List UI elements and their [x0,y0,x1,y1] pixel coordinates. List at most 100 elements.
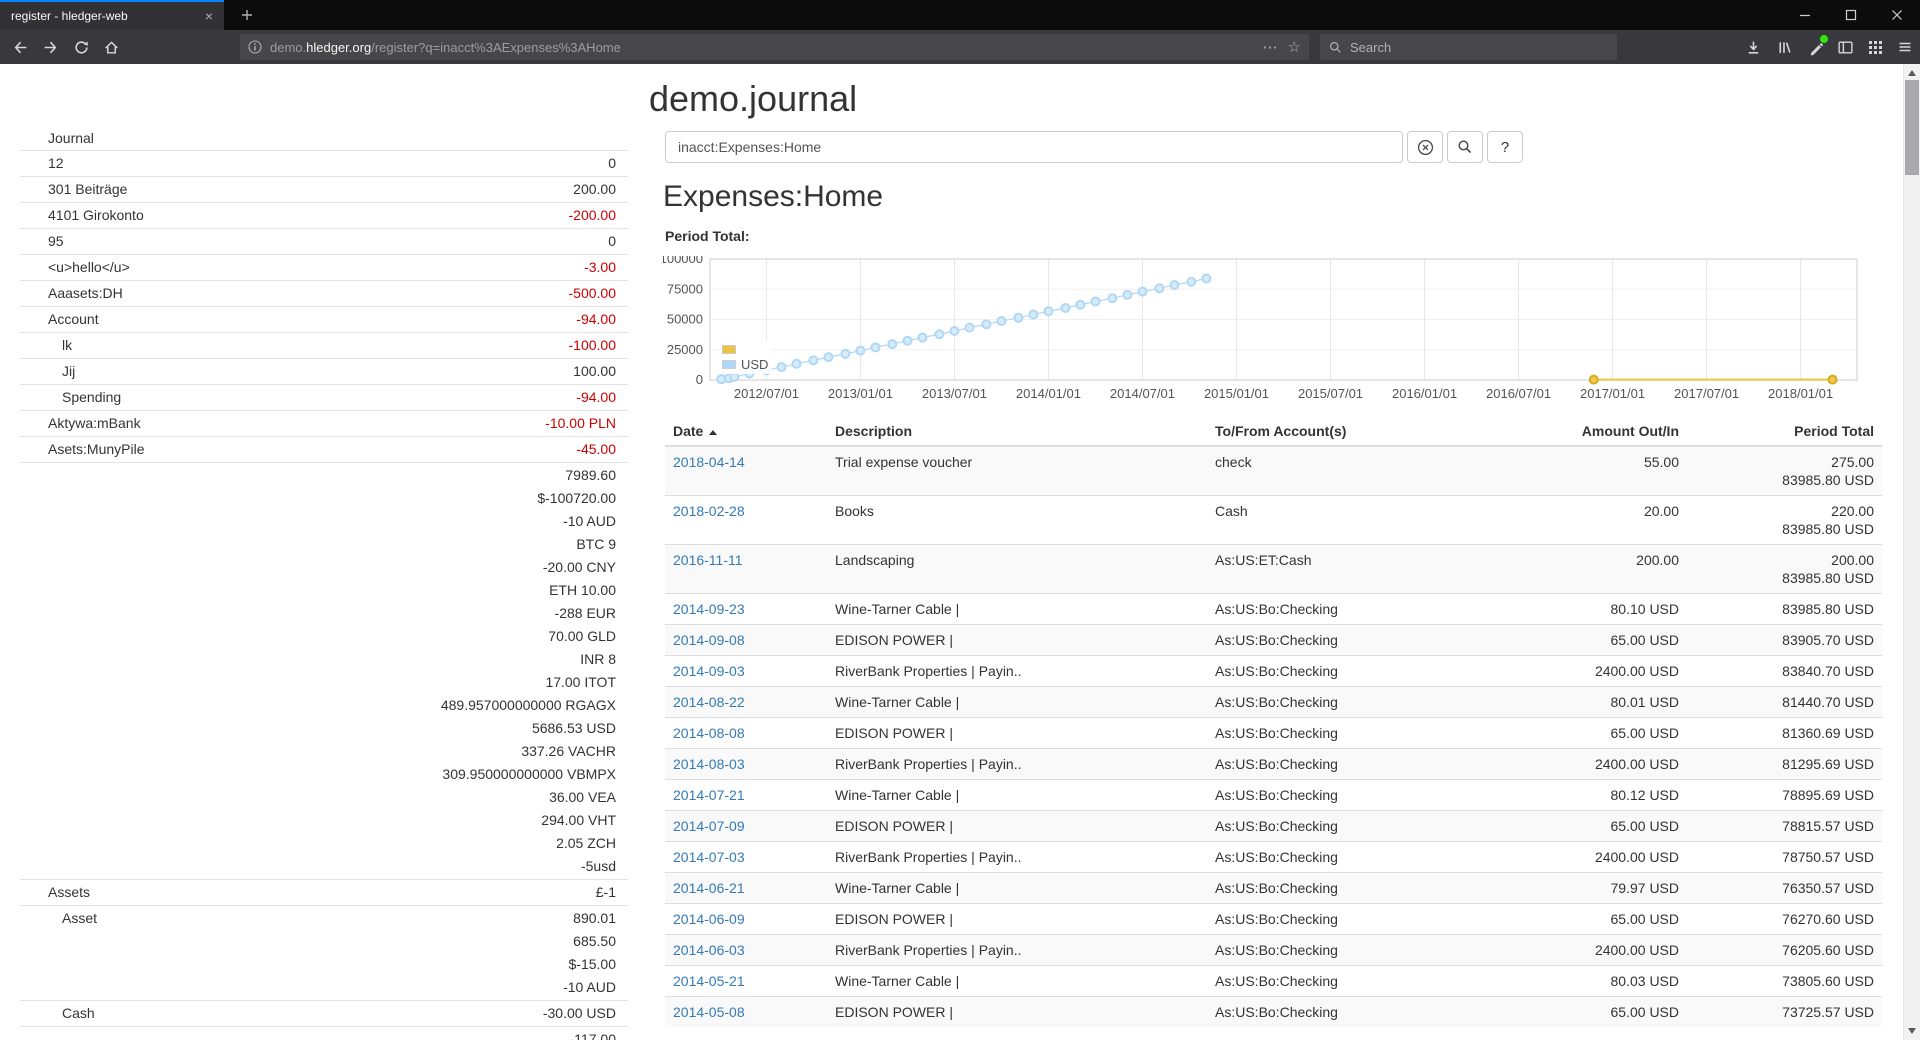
reload-button[interactable] [67,33,95,61]
sidebar-account-link[interactable]: Jij [20,360,75,383]
scrollbar-down-arrow[interactable] [1908,1028,1916,1034]
apps-grid-button[interactable] [1861,33,1889,61]
period-total-line: 275.00 [1695,453,1874,471]
cell-account: As:US:Bo:Checking [1207,749,1507,780]
sidebar-account-link[interactable]: 12 [20,152,64,175]
cell-amount: 65.00 USD [1507,904,1687,935]
sidebar-journal-link[interactable]: Journal [20,130,628,146]
transaction-date-link[interactable]: 2014-05-08 [673,1004,745,1020]
minimize-icon [1799,9,1811,21]
close-icon [1891,9,1903,21]
search-submit-button[interactable] [1447,131,1483,163]
chart-legend: USD [718,340,772,374]
bookmark-star-icon[interactable]: ☆ [1288,38,1301,56]
svg-text:2014/01/01: 2014/01/01 [1016,386,1081,401]
transaction-date-link[interactable]: 2014-06-03 [673,942,745,958]
sidebar-account-link[interactable]: 95 [20,230,64,253]
sidebar-account-link[interactable]: 4101 Girokonto [20,204,144,227]
column-header-period-total[interactable]: Period Total [1687,417,1882,446]
transaction-date-link[interactable]: 2014-05-21 [673,973,745,989]
downloads-button[interactable] [1739,33,1767,61]
transaction-date-link[interactable]: 2014-06-21 [673,880,745,896]
sidebar-account-balance: -100.00 [72,334,628,357]
period-total-line: 83985.80 USD [1695,600,1874,618]
period-total-line: 200.00 [1695,551,1874,569]
sidebar-account-link[interactable]: lk [20,334,72,357]
menu-button[interactable] [1891,33,1919,61]
column-header-date[interactable]: Date [665,417,827,446]
transaction-date-link[interactable]: 2014-07-09 [673,818,745,834]
cell-date: 2016-11-11 [665,545,827,594]
url-bar[interactable]: demo.hledger.org/register?q=inacct%3AExp… [240,34,1309,60]
help-button[interactable]: ? [1487,131,1523,163]
transaction-date-link[interactable]: 2014-08-03 [673,756,745,772]
column-header-description[interactable]: Description [827,417,1207,446]
transaction-date-link[interactable]: 2014-07-21 [673,787,745,803]
sidebar-account-link[interactable]: Assets [20,881,90,904]
sidebar-account-balance: 890.01685.50$-15.00-10 AUD [97,907,628,999]
transaction-date-link[interactable]: 2014-08-22 [673,694,745,710]
window-maximize-button[interactable] [1828,0,1874,30]
cell-description: RiverBank Properties | Payin.. [827,935,1207,966]
balance-line: 294.00 VHT [48,809,616,832]
sidebar-account-link[interactable]: <u>hello</u> [20,256,130,279]
transaction-date-link[interactable]: 2014-09-08 [673,632,745,648]
period-total-line: 76350.57 USD [1695,879,1874,897]
balance-line: 70.00 GLD [48,625,616,648]
cell-amount: 2400.00 USD [1507,842,1687,873]
transaction-date-link[interactable]: 2014-09-03 [673,663,745,679]
column-header-amount[interactable]: Amount Out/In [1507,417,1687,446]
sidebar-account-link[interactable]: Spending [20,386,121,409]
cell-description: Wine-Tarner Cable | [827,594,1207,625]
transaction-date-link[interactable]: 2014-07-03 [673,849,745,865]
column-header-account[interactable]: To/From Account(s) [1207,417,1507,446]
clear-query-button[interactable] [1407,131,1443,163]
browser-search-bar[interactable]: Search [1320,34,1617,60]
transaction-date-link[interactable]: 2014-06-09 [673,911,745,927]
notes-button[interactable] [1802,33,1830,61]
sidebars-button[interactable] [1831,33,1859,61]
library-button[interactable] [1770,33,1798,61]
transaction-date-link[interactable]: 2014-08-08 [673,725,745,741]
sidebar-row: Aktywa:mBank-10.00 PLN [20,411,628,437]
balance-line: $-15.00 [97,953,616,976]
query-input[interactable] [665,131,1403,163]
transaction-date-link[interactable]: 2014-09-23 [673,601,745,617]
balance-line: 489.957000000000 RGAGX [48,694,616,717]
site-info-icon[interactable] [248,40,262,54]
register-row: 2014-07-21Wine-Tarner Cable |As:US:Bo:Ch… [665,780,1882,811]
sidebar-account-link[interactable]: Asets:MunyPile [20,438,144,461]
chart-canvas: 02500050000750001000002012/07/012013/01/… [663,256,1863,408]
browser-tab[interactable]: register - hledger-web × [0,0,224,30]
register-row: 2016-11-11LandscapingAs:US:ET:Cash200.00… [665,545,1882,594]
sidebar-account-link[interactable]: Account [20,308,99,331]
sidebar-account-link[interactable]: 301 Beiträge [20,178,127,201]
scrollbar-up-arrow[interactable] [1908,70,1916,76]
download-icon [1745,39,1762,56]
transaction-date-link[interactable]: 2016-11-11 [673,552,743,568]
page-actions-icon[interactable]: ⋯ [1263,38,1278,56]
cell-period-total: 76205.60 USD [1687,935,1882,966]
transaction-date-link[interactable]: 2018-04-14 [673,454,745,470]
back-button[interactable] [6,33,34,61]
sidebar-account-link[interactable]: Asset [20,907,97,930]
register-row: 2014-05-08EDISON POWER |As:US:Bo:Checkin… [665,997,1882,1028]
sidebar-account-link[interactable]: Aaasets:DH [20,282,123,305]
forward-button[interactable] [36,33,64,61]
home-button[interactable] [97,33,125,61]
tab-close-icon[interactable]: × [202,8,216,24]
scrollbar-thumb[interactable] [1905,80,1919,175]
balance-line: 0 [64,230,616,253]
transaction-date-link[interactable]: 2018-02-28 [673,503,745,519]
page-scrollbar[interactable] [1903,64,1920,1040]
window-minimize-button[interactable] [1782,0,1828,30]
new-tab-button[interactable] [232,0,262,30]
sidebar-account-link[interactable]: Aktywa:mBank [20,412,141,435]
sidebar-account-balance: £-1 [90,881,628,904]
balance-line: 200.00 [127,178,616,201]
sidebar-account-link[interactable]: Cash [20,1002,95,1025]
legend-entry-label: USD [741,357,768,372]
plus-icon [240,8,254,22]
window-close-button[interactable] [1874,0,1920,30]
balance-line: -200.00 [144,204,616,227]
